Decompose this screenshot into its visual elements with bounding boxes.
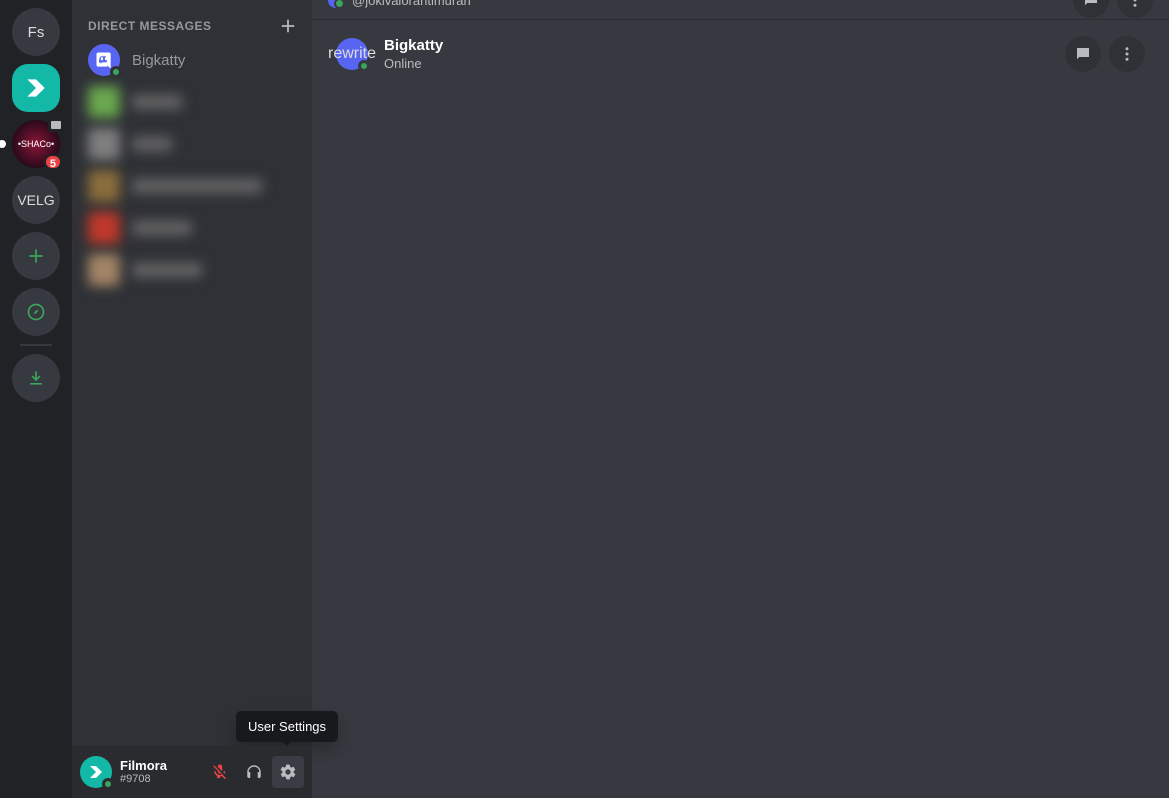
mute-mic-button[interactable] [204, 756, 236, 788]
dm-header: Direct Messages [72, 0, 312, 38]
more-vertical-icon [1126, 0, 1144, 9]
download-apps-button[interactable] [12, 354, 60, 402]
explore-servers-button[interactable] [12, 288, 60, 336]
server-badge: 5 [44, 154, 62, 170]
gear-icon [279, 763, 297, 781]
server-shaco[interactable]: •SHACo• 5 [12, 120, 60, 168]
server-label: VELG [17, 192, 54, 208]
status-online-icon [358, 60, 370, 72]
plus-icon [26, 246, 46, 266]
create-dm-button[interactable] [280, 18, 296, 34]
server-divider [20, 344, 52, 346]
dm-list: Bigkatty [72, 38, 312, 290]
message-button[interactable] [1065, 36, 1101, 72]
name-redacted [132, 95, 182, 109]
user-settings-button[interactable] [272, 756, 304, 788]
headphones-icon [245, 763, 263, 781]
compass-icon [26, 302, 46, 322]
avatar-redacted [88, 212, 120, 244]
deafen-button[interactable] [238, 756, 270, 788]
streaming-icon [48, 118, 64, 132]
more-button[interactable] [1109, 36, 1145, 72]
dm-header-label: Direct Messages [88, 19, 212, 33]
profile-row: rewrite Bigkatty Online [312, 20, 1169, 88]
chat-icon [1082, 0, 1100, 9]
server-filmora[interactable] [12, 64, 60, 112]
name-redacted [132, 179, 262, 193]
status-online-icon [110, 66, 122, 78]
user-panel: Filmora #9708 [72, 746, 312, 798]
message-button[interactable] [1073, 0, 1109, 18]
name-redacted [132, 263, 202, 277]
dm-item-redacted[interactable] [80, 124, 304, 164]
unread-pill [0, 140, 6, 148]
avatar-redacted [88, 128, 120, 160]
top-bar: @jokivalorantimurah [312, 0, 1169, 20]
more-vertical-icon [1118, 45, 1136, 63]
add-server-button[interactable] [12, 232, 60, 280]
dm-name: Bigkatty [132, 52, 185, 69]
dm-item-redacted[interactable] [80, 208, 304, 248]
dm-item-redacted[interactable] [80, 82, 304, 122]
dm-item-redacted[interactable] [80, 250, 304, 290]
filmora-icon [23, 75, 49, 101]
avatar-redacted [88, 254, 120, 286]
main-content: @jokivalorantimurah rewrite Bigkatty Onl… [312, 0, 1169, 798]
chat-icon [1074, 45, 1092, 63]
status-online-icon [102, 778, 114, 790]
server-label: Fs [28, 24, 45, 41]
download-icon [26, 368, 46, 388]
filmora-icon [87, 763, 105, 781]
name-redacted [132, 137, 172, 151]
avatar-redacted [88, 170, 120, 202]
server-velg[interactable]: VELG [12, 176, 60, 224]
dm-item-redacted[interactable] [80, 166, 304, 206]
mic-muted-icon [211, 763, 229, 781]
profile-status-text: Online [384, 56, 1049, 73]
tooltip-user-settings: User Settings [236, 711, 338, 742]
name-redacted [132, 221, 192, 235]
user-info[interactable]: Filmora #9708 [80, 756, 204, 788]
dm-item-bigkatty[interactable]: Bigkatty [80, 40, 304, 80]
user-name: Filmora [120, 758, 167, 774]
user-discriminator: #9708 [120, 773, 167, 786]
plus-icon [280, 18, 296, 34]
avatar-redacted [88, 86, 120, 118]
dm-sidebar: Direct Messages Bigkatty [72, 0, 312, 798]
profile-name: Bigkatty [384, 36, 1049, 56]
server-home[interactable]: Fs [12, 8, 60, 56]
server-list: Fs •SHACo• 5 VELG [0, 0, 72, 798]
previous-handle: @jokivalorantimurah [352, 0, 471, 8]
avatar-small [328, 0, 344, 8]
avatar [88, 44, 120, 76]
profile-avatar-wrap[interactable]: rewrite [336, 38, 368, 70]
server-shaco-label: •SHACo• [18, 139, 54, 149]
more-button[interactable] [1117, 0, 1153, 18]
user-avatar [80, 756, 112, 788]
